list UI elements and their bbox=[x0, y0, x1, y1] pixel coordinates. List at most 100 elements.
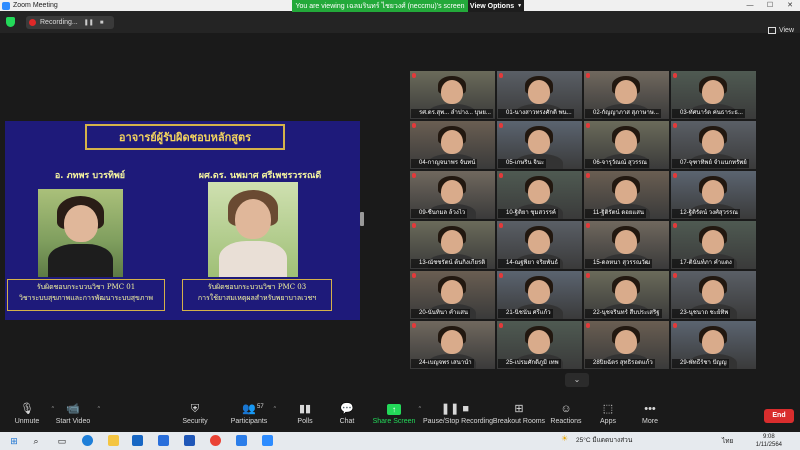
participant-tile[interactable]: 29-พัทธีร์ชา ปัญญ bbox=[671, 321, 756, 369]
participant-tile[interactable]: 05-เกษริน จินะ bbox=[497, 121, 582, 169]
recording-indicator: Recording... ❚❚ ■ bbox=[26, 16, 114, 29]
muted-mic-icon bbox=[673, 173, 677, 178]
stop-recording-icon[interactable]: ■ bbox=[100, 20, 104, 26]
windows-taskbar: ⊞ ⌕ ▭ ☀ 25°C มีแดดบางส่วน ไทย 9:08 1/11/… bbox=[0, 432, 800, 450]
zoom-taskbar-icon[interactable] bbox=[236, 435, 247, 446]
participant-name: 01-นางสาวทรงศักดิ์ พน... bbox=[498, 109, 574, 118]
share-caret-icon[interactable]: ^ bbox=[419, 406, 421, 412]
pause-recording-icon[interactable]: ❚❚ bbox=[84, 19, 94, 26]
language-indicator[interactable]: ไทย bbox=[722, 436, 733, 446]
participant-name: 07-จุฑาทิพย์ จำแนกทรัพย์ bbox=[672, 159, 749, 168]
word-icon[interactable] bbox=[184, 435, 195, 446]
weather-text[interactable]: 25°C มีแดดบางส่วน bbox=[576, 435, 632, 445]
muted-mic-icon bbox=[412, 223, 416, 228]
muted-mic-icon bbox=[673, 123, 677, 128]
zoom-meeting-taskbar-icon[interactable] bbox=[262, 435, 273, 446]
participant-tile[interactable]: 15-ดลหนา สุวรรณวัฒ bbox=[584, 221, 669, 269]
muted-mic-icon bbox=[673, 73, 677, 78]
muted-mic-icon bbox=[586, 73, 590, 78]
system-clock[interactable]: 9:08 1/11/2564 bbox=[756, 433, 782, 449]
participant-name: 17-ตินันท์ภา คำแดง bbox=[672, 259, 734, 268]
left-responsibility-box: รับผิดชอบกระบวนวิชา PMC 01 วิชาระบบสุขภา… bbox=[7, 279, 165, 311]
chat-button[interactable]: 💬 Chat bbox=[320, 401, 374, 431]
muted-mic-icon bbox=[499, 223, 503, 228]
left-resp-line-1: รับผิดชอบกระบวนวิชา PMC 01 bbox=[36, 283, 136, 291]
muted-mic-icon bbox=[499, 173, 503, 178]
minimize-button[interactable]: — bbox=[740, 0, 760, 11]
participant-tile[interactable]: 09-ชื่นกมล ล้วงไว bbox=[410, 171, 495, 219]
grid-icon bbox=[767, 27, 776, 34]
participant-tile[interactable]: 03-ทัศนาร์ด ค่นธาระธ... bbox=[671, 71, 756, 119]
muted-mic-icon bbox=[499, 73, 503, 78]
participant-tile[interactable]: 24-เบญจพร เสนานำ bbox=[410, 321, 495, 369]
participants-caret-icon[interactable]: ^ bbox=[274, 406, 276, 412]
right-person-photo bbox=[208, 182, 298, 277]
view-options-button[interactable]: View Options ▼ bbox=[468, 0, 524, 12]
muted-mic-icon bbox=[412, 323, 416, 328]
participant-tile[interactable]: 22-นุชจรินทร์ สืบประเสริฐ bbox=[584, 271, 669, 319]
chrome-icon[interactable] bbox=[210, 435, 221, 446]
pause-stop-icon: ❚❚ ■ bbox=[440, 403, 470, 415]
close-button[interactable]: ✕ bbox=[780, 0, 800, 11]
security-shield-icon[interactable] bbox=[6, 17, 15, 27]
share-screen-icon: ↑ bbox=[387, 404, 401, 415]
view-label: View bbox=[778, 27, 794, 34]
participant-name: 25-เปรมศักดิ์ภูมิ์ เทพ bbox=[498, 359, 561, 368]
ellipsis-icon: ••• bbox=[644, 403, 656, 415]
pause-stop-recording-button[interactable]: ❚❚ ■ Pause/Stop Recording bbox=[423, 401, 493, 431]
store-icon[interactable] bbox=[158, 435, 169, 446]
participant-tile[interactable]: 04-กาญจนาพร จันทน์ bbox=[410, 121, 495, 169]
participant-tile[interactable]: 11-ฐิติรัตน์ ดอยแสน bbox=[584, 171, 669, 219]
participant-name: 14-ณฐพิยา จริยพันธ์ bbox=[498, 259, 561, 268]
record-dot-icon bbox=[29, 19, 36, 26]
view-button[interactable]: View bbox=[767, 27, 794, 34]
muted-mic-icon bbox=[412, 273, 416, 278]
participant-tile[interactable]: รศ.ดร.สุพ... ลำปาง... บุษย... bbox=[410, 71, 495, 119]
split-view-drag-handle[interactable] bbox=[360, 212, 364, 226]
slide-title: อาจารย์ผู้รับผิดชอบหลักสูตร bbox=[85, 124, 285, 150]
participant-name: 05-เกษริน จินะ bbox=[498, 159, 547, 168]
participant-tile[interactable]: 07-จุฑาทิพย์ จำแนกทรัพย์ bbox=[671, 121, 756, 169]
file-explorer-icon[interactable] bbox=[108, 435, 119, 446]
mail-icon[interactable] bbox=[132, 435, 143, 446]
share-screen-button[interactable]: ↑ Share Screen ^ bbox=[367, 401, 421, 431]
participant-tile[interactable]: 13-ณัชชรัตน์ ต้นกิ่งเกียรติ bbox=[410, 221, 495, 269]
participant-tile[interactable]: 01-นางสาวทรงศักดิ์ พน... bbox=[497, 71, 582, 119]
maximize-button[interactable]: ☐ bbox=[760, 0, 780, 11]
participant-name: 24-เบญจพร เสนานำ bbox=[411, 359, 474, 368]
edge-browser-icon[interactable] bbox=[82, 435, 93, 446]
participant-tile[interactable]: 23-นุชนาถ ชะย์ทิพ bbox=[671, 271, 756, 319]
participant-tile[interactable]: 28ปิยฉัตร สุทธิรอดแก้ว bbox=[584, 321, 669, 369]
participant-tile[interactable]: 20-นันทินา คำแสน bbox=[410, 271, 495, 319]
right-person-name: ผศ.ดร. นพมาศ ศรีเพชรวรรณดี bbox=[198, 171, 322, 181]
left-resp-line-2: วิชาระบบสุขภาพและการพัฒนาระบบสุขภาพ bbox=[18, 294, 153, 302]
weather-icon: ☀ bbox=[561, 434, 569, 443]
participants-count: 57 bbox=[257, 404, 264, 410]
participant-tile[interactable]: 06-จารุวัณณ์ สุวรรณ bbox=[584, 121, 669, 169]
participant-tile[interactable]: 17-ตินันท์ภา คำแดง bbox=[671, 221, 756, 269]
muted-mic-icon bbox=[586, 273, 590, 278]
search-icon[interactable]: ⌕ bbox=[30, 435, 42, 447]
participants-button[interactable]: 👥 57 Participants ^ bbox=[222, 401, 276, 431]
end-meeting-button[interactable]: End bbox=[764, 409, 794, 423]
more-button[interactable]: ••• More bbox=[623, 401, 677, 431]
security-button[interactable]: ⛨ Security bbox=[168, 401, 222, 431]
muted-mic-icon bbox=[673, 323, 677, 328]
participant-tile[interactable]: 02-กัญญาภาส สุภาษาษ... bbox=[584, 71, 669, 119]
muted-mic-icon bbox=[412, 73, 416, 78]
participant-tile[interactable]: 10-ฐิติยา ชุมสวรรค์ bbox=[497, 171, 582, 219]
windows-start-icon[interactable]: ⊞ bbox=[8, 435, 20, 447]
participant-name: 09-ชื่นกมล ล้วงไว bbox=[411, 209, 468, 218]
breakout-rooms-button[interactable]: ⊞ Breakout Rooms bbox=[492, 401, 546, 431]
participant-tile[interactable]: 25-เปรมศักดิ์ภูมิ์ เทพ bbox=[497, 321, 582, 369]
start-video-button[interactable]: 📹 Start Video ^ bbox=[46, 401, 100, 431]
muted-mic-icon bbox=[499, 323, 503, 328]
participant-tile[interactable]: 12-ฐิติรัตน์ วงศ์สุวรรณ bbox=[671, 171, 756, 219]
gallery-scroll-down-icon[interactable]: ⌄ bbox=[565, 373, 589, 387]
right-responsibility-box: รับผิดชอบกระบวนวิชา PMC 03 การใช้ยาสมเหต… bbox=[182, 279, 332, 311]
participant-tile[interactable]: 21-นิชนัน ศรีแก้ว bbox=[497, 271, 582, 319]
participant-name: 04-กาญจนาพร จันทน์ bbox=[411, 159, 478, 168]
participant-tile[interactable]: 14-ณฐพิยา จริยพันธ์ bbox=[497, 221, 582, 269]
video-caret-icon[interactable]: ^ bbox=[98, 406, 100, 412]
task-view-icon[interactable]: ▭ bbox=[56, 435, 68, 447]
